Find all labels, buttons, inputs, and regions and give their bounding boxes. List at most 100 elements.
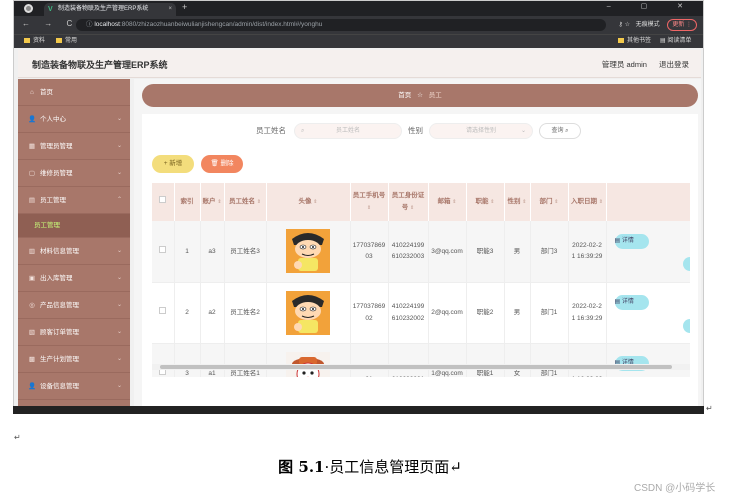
search-gender-select[interactable]: 请选择性别 ⌄: [429, 123, 533, 139]
sidebar-item-order[interactable]: ▧ 顾客订单管理 ⌄: [18, 319, 130, 346]
edit-button-partial[interactable]: [682, 318, 690, 333]
sidebar: ⌂ 首页 👤 个人中心 ⌄ ▦ 管理员管理 ⌄ ▢ 维修员管理 ⌄ ▤ 员工管理 ⌃ 员工管理 ▥…: [18, 79, 130, 412]
tab-title: 制造装备物联及生产管理ERP系统: [58, 6, 149, 12]
cell-avatar: [266, 221, 351, 283]
col-header-account[interactable]: 账户 ⇕: [200, 183, 225, 221]
cell-role: 职能2: [466, 282, 505, 344]
tab-close-icon[interactable]: ×: [168, 3, 172, 16]
sidebar-item-home[interactable]: ⌂ 首页: [18, 79, 130, 106]
product-icon: ◎: [29, 302, 35, 309]
row-checkbox[interactable]: [152, 221, 175, 283]
sidebar-subitem-staff[interactable]: 员工管理: [18, 214, 130, 238]
key-icon[interactable]: ⚷: [619, 22, 623, 28]
sidebar-item-material[interactable]: ▥ 材料信息管理 ⌄: [18, 238, 130, 265]
star-icon[interactable]: ☆: [625, 22, 630, 28]
sidebar-item-product[interactable]: ◎ 产品信息管理 ⌄: [18, 292, 130, 319]
edit-button-partial[interactable]: [682, 257, 690, 271]
cell-index: 1: [174, 221, 201, 283]
table-row: 1 a3 员工姓名3 17703786903 410224199610232003 3@q…: [152, 221, 690, 283]
window-controls[interactable]: – ▢ ✕: [607, 2, 697, 10]
new-tab-button[interactable]: +: [182, 2, 187, 12]
select-all-checkbox[interactable]: [152, 183, 175, 221]
cell-dept: 部门1: [530, 282, 569, 344]
sidebar-item-staff[interactable]: ▤ 员工管理 ⌃: [18, 187, 130, 214]
sidebar-item-plan[interactable]: ▩ 生产计划管理 ⌄: [18, 346, 130, 373]
query-button[interactable]: 查询 ⌕: [539, 123, 581, 139]
staff-table: 索引 账户 ⇕ 员工姓名 ⇕ 头像 ⇕ 员工手机号 ⇕ 员工身份证号 ⇕ 邮箱 …: [152, 183, 690, 377]
sort-icon: ⇕: [366, 205, 372, 211]
col-header-email[interactable]: 邮箱 ⇕: [428, 183, 467, 221]
stock-icon: ▣: [28, 275, 36, 282]
main-content: 首页 ☆ 员工 员工姓名 ⌕ 员工姓名 性别 请选择性别 ⌄ 查询 ⌕ + 新增 🗑…: [134, 79, 701, 412]
detail-button[interactable]: ▤ 详情: [614, 295, 649, 310]
chevron-down-icon: ⌄: [116, 356, 122, 362]
table-row: 2 a2 员工姓名2 17703786902 410224199610232002 2@q…: [152, 282, 690, 344]
cell-index: 2: [174, 282, 201, 344]
taskbar-strip: [13, 406, 704, 414]
watermark: CSDN @小码学长: [634, 483, 716, 494]
sidebar-item-profile[interactable]: 👤 个人中心 ⌄: [18, 106, 130, 133]
sidebar-item-admin[interactable]: ▦ 管理员管理 ⌄: [18, 133, 130, 160]
cell-idcard: 410224199610232003: [388, 221, 429, 283]
cell-phone: 17703786903: [350, 221, 389, 283]
cell-dept: 部门3: [530, 221, 569, 283]
col-header-avatar[interactable]: 头像 ⇕: [266, 183, 351, 221]
trash-icon: 🗑: [210, 160, 221, 167]
sidebar-item-stock[interactable]: ▣ 出入库管理 ⌄: [18, 265, 130, 292]
admin-icon: ▦: [28, 143, 36, 150]
bookmark-item[interactable]: 资料: [24, 35, 45, 48]
app-title: 制造装备物联及生产管理ERP系统: [32, 60, 168, 70]
col-header-idcard[interactable]: 员工身份证号 ⇕: [388, 183, 429, 221]
cell-idcard: 410224199610232002: [388, 282, 429, 344]
sidebar-item-device[interactable]: 👤 设备信息管理 ⌄: [18, 373, 130, 400]
incognito-label[interactable]: 无痕模式: [636, 19, 660, 31]
search-name-label: 员工姓名: [256, 126, 286, 135]
cell-account: a3: [200, 221, 225, 283]
sort-icon: ⇕: [217, 199, 222, 205]
cell-account: a1: [200, 343, 225, 377]
breadcrumb-home[interactable]: 首页: [398, 92, 411, 99]
chevron-down-icon: ⌄: [116, 170, 122, 176]
scrollbar-thumb[interactable]: [160, 365, 672, 369]
sort-icon: ⇕: [256, 199, 261, 205]
url-input[interactable]: ⓘ localhost:8080/zhizaozhuanbeiwulianjis…: [76, 19, 606, 31]
col-header-phone[interactable]: 员工手机号 ⇕: [350, 183, 389, 221]
staff-icon: ▤: [28, 197, 36, 204]
logout-link[interactable]: 退出登录: [659, 60, 689, 69]
bookmark-item[interactable]: 常用: [56, 35, 77, 48]
sort-icon: ⇕: [490, 199, 495, 205]
bookmark-item[interactable]: 其他书签: [618, 35, 651, 48]
cell-avatar: [266, 282, 351, 344]
row-checkbox[interactable]: [152, 282, 175, 344]
col-header-role[interactable]: 职能 ⇕: [466, 183, 505, 221]
url-path: :8080/zhizaozhuanbeiwulianjishengcan/adm…: [119, 21, 323, 28]
delete-button[interactable]: 🗑 删除: [201, 155, 243, 173]
update-button[interactable]: 更新 ⋮: [667, 19, 697, 31]
cell-email: 1@qq.com: [428, 343, 467, 377]
search-name-input[interactable]: ⌕ 员工姓名: [294, 123, 402, 139]
detail-button[interactable]: ▤ 详情: [614, 233, 649, 249]
sort-icon: ⇕: [522, 199, 527, 205]
sidebar-item-repair[interactable]: ▢ 维修员管理 ⌄: [18, 160, 130, 187]
col-header-gender[interactable]: 性别 ⇕: [504, 183, 531, 221]
cell-index: 3: [174, 343, 201, 377]
bookmark-item[interactable]: ▤ 阅读清单: [660, 35, 691, 48]
col-header-date[interactable]: 入职日期 ⇕: [568, 183, 607, 221]
col-header-name[interactable]: 员工姓名 ⇕: [224, 183, 267, 221]
breadcrumb-current: 员工: [428, 92, 442, 99]
cell-gender: 男: [504, 282, 531, 344]
user-icon: 👤: [28, 116, 37, 123]
search-gender-label: 性别: [408, 126, 423, 135]
search-icon: ⌕: [565, 128, 569, 134]
cell-actions: ▤ 详情: [606, 221, 690, 283]
col-header-dept[interactable]: 部门 ⇕: [530, 183, 569, 221]
sort-icon: ⇕: [554, 199, 559, 205]
paragraph-mark: ↵: [706, 404, 713, 413]
nav-buttons[interactable]: ← → C: [22, 19, 78, 28]
horizontal-scrollbar[interactable]: [152, 364, 690, 370]
row-checkbox[interactable]: [152, 343, 175, 377]
add-button[interactable]: + 新增: [152, 155, 194, 173]
address-bar-row: ← → C ⓘ localhost:8080/zhizaozhuanbeiwul…: [14, 16, 703, 34]
browser-tab[interactable]: V 制造装备物联及生产管理ERP系统 ×: [44, 3, 176, 16]
table-header-row: 索引 账户 ⇕ 员工姓名 ⇕ 头像 ⇕ 员工手机号 ⇕ 员工身份证号 ⇕ 邮箱 …: [152, 183, 690, 221]
